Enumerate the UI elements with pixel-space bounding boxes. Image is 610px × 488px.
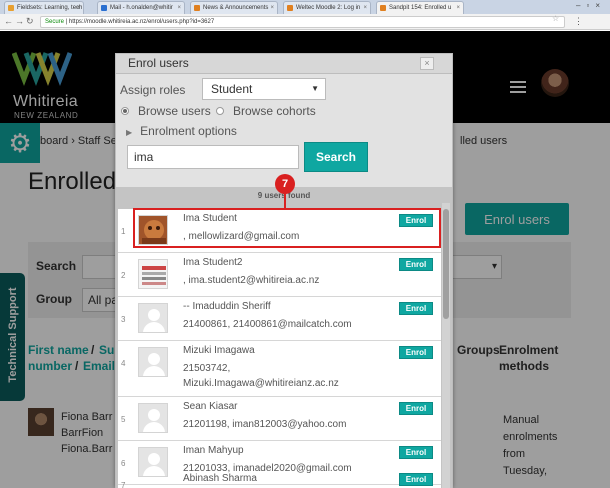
user-name: Ima Student2 [183,257,243,268]
default-user-icon [138,347,168,377]
chevron-right-icon: ▶ [126,128,133,137]
enrol-button[interactable]: Enrol [399,402,433,415]
browser-tab-4[interactable]: Weltec Moodle 2: Log in × [283,1,371,14]
search-input[interactable]: ima [127,145,299,169]
enrolment-options-toggle[interactable]: ▶ Enrolment options [126,124,237,138]
default-user-icon [138,303,168,333]
browse-cohorts-label[interactable]: Browse cohorts [233,104,316,118]
browse-cohorts-radio[interactable] [216,107,224,115]
close-tab-icon[interactable]: × [76,2,80,14]
close-icon[interactable]: × [420,57,434,70]
row-number: 1 [121,227,126,236]
close-tab-icon[interactable]: × [270,2,274,14]
dialog-title[interactable]: Enrol users [116,54,452,74]
user-name: -- Imaduddin Sheriff [183,301,271,312]
browser-tab-2[interactable]: Mail - h.onalden@whitir × [97,1,185,14]
list-item: 6 Iman Mahyup 21201033, imanadel2020@gma… [118,441,441,485]
url-text: https://moodle.whitireia.ac.nz/enrol/use… [68,19,215,25]
enrol-button[interactable]: Enrol [399,446,433,459]
user-name: Sean Kiasar [183,401,238,412]
user-name: Abinash Sharma [183,473,257,484]
tab-label: News & Announcements [203,5,269,11]
list-item: 4 Mizuki Imagawa 21503742, Mizuki.Imagaw… [118,341,441,397]
user-detail: 21400861, 21400861@mailcatch.com [183,319,352,330]
list-item: 3 -- Imaduddin Sheriff 21400861, 2140086… [118,297,441,341]
user-name: Mizuki Imagawa [183,345,255,356]
assign-roles-select[interactable]: Student ▼ [202,78,326,100]
step-marker: 7 [275,174,295,194]
role-value: Student [211,82,253,96]
browser-tab-bar: Fieldsets: Learning, tech × Mail - h.onal… [0,0,610,14]
url-field[interactable]: Secure | https://moodle.whitireia.ac.nz/… [40,16,565,28]
marker-pointer [284,193,286,208]
user-detail: , ima.student2@whitireia.ac.nz [183,275,320,286]
browser-tab-5[interactable]: Sandpit 154: Enrolled u × [376,1,464,14]
user-detail: 21201198, iman812003@yahoo.com [183,419,347,430]
row-number: 4 [121,359,126,368]
user-number: 21503742, [183,363,231,374]
tab-favicon-icon [101,5,107,11]
user-photo [138,259,168,289]
row-number: 5 [121,415,126,424]
close-tab-icon[interactable]: × [177,2,181,14]
highlight-box [133,208,441,248]
browser-tab-3[interactable]: News & Announcements × [190,1,278,14]
tab-label: Mail - h.onalden@whitir [110,5,173,11]
tab-label: Sandpit 154: Enrolled u [389,5,452,11]
tab-favicon-icon [380,5,386,11]
enrol-users-dialog: Enrol users × Assign roles Student ▼ Brow… [115,53,453,488]
row-number: 3 [121,315,126,324]
secure-label: Secure [45,19,65,25]
search-button[interactable]: Search [304,142,368,172]
enrol-button[interactable]: Enrol [399,302,433,315]
user-email: Mizuki.Imagawa@whitireianz.ac.nz [183,378,339,389]
chevron-down-icon: ▼ [311,84,319,93]
address-bar: ← → ↻ Secure | https://moodle.whitireia.… [0,14,610,30]
forward-icon[interactable]: → [15,16,24,26]
reload-icon[interactable]: ↻ [26,16,34,27]
default-user-icon [138,403,168,433]
list-item: 2 Ima Student2 , ima.student2@whitireia.… [118,253,441,297]
window-controls[interactable]: –▫× [576,1,606,10]
tab-favicon-icon [287,5,293,11]
assign-roles-label: Assign roles [120,83,186,97]
enrolment-options-label: Enrolment options [140,124,237,138]
browse-users-radio[interactable] [121,107,129,115]
close-tab-icon[interactable]: × [456,2,460,14]
tab-label: Weltec Moodle 2: Log in [296,5,361,11]
list-item: 5 Sean Kiasar 21201198, iman812003@yahoo… [118,397,441,441]
enrol-button[interactable]: Enrol [399,258,433,271]
enrol-button[interactable]: Enrol [399,346,433,359]
enrol-button[interactable]: Enrol [399,473,433,486]
tab-favicon-icon [194,5,200,11]
row-number: 2 [121,271,126,280]
bookmark-star-icon[interactable]: ☆ [552,14,559,23]
tab-favicon-icon [8,5,14,11]
browse-users-label[interactable]: Browse users [138,104,211,118]
default-user-icon [138,447,168,477]
user-detail: 21503742, Mizuki.Imagawa@whitireianz.ac.… [183,361,339,391]
browser-menu-icon[interactable]: ⋮ [574,16,583,27]
browser-tab-1[interactable]: Fieldsets: Learning, tech × [4,1,84,14]
tab-label: Fieldsets: Learning, tech [17,5,83,11]
row-number: 7 [121,481,126,488]
scrollbar-thumb[interactable] [443,209,449,319]
user-name: Iman Mahyup [183,445,244,456]
back-icon[interactable]: ← [4,16,13,26]
results-scrollbar[interactable] [442,203,450,488]
row-number: 6 [121,459,126,468]
close-tab-icon[interactable]: × [363,2,367,14]
